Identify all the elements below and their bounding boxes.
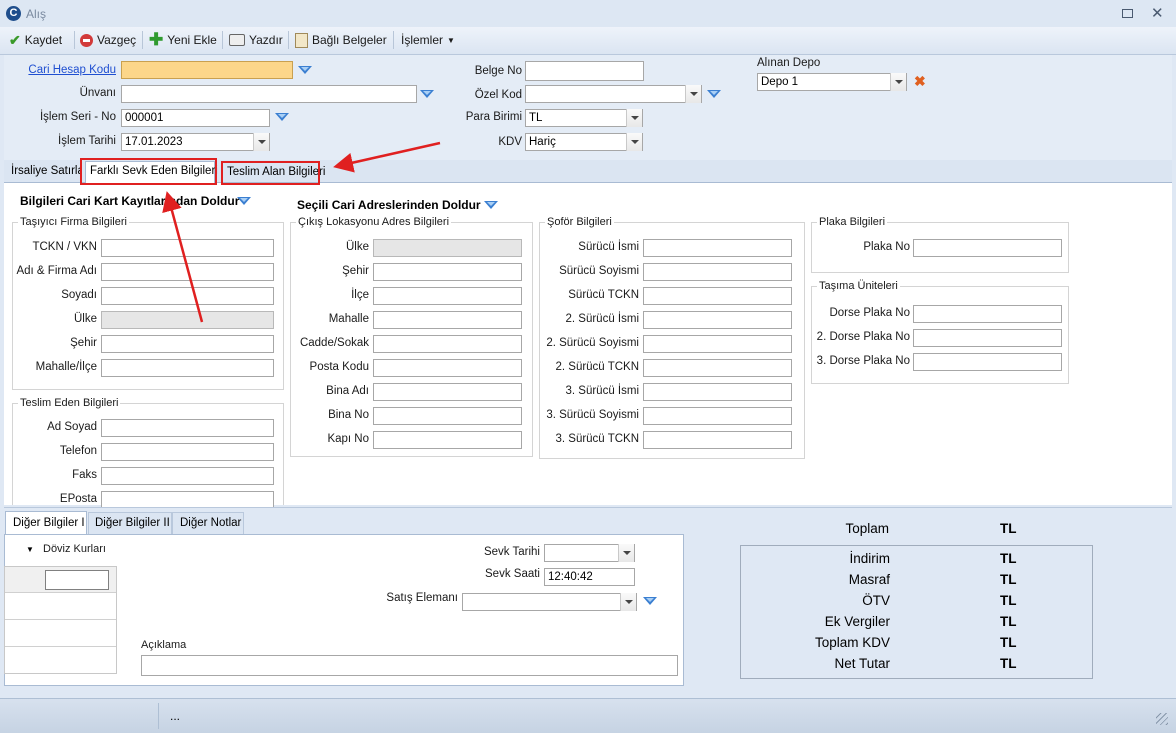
annotation-arrow-left [162,191,204,323]
annotation-arrow-right [333,141,441,173]
annotation-arrows [162,141,441,323]
